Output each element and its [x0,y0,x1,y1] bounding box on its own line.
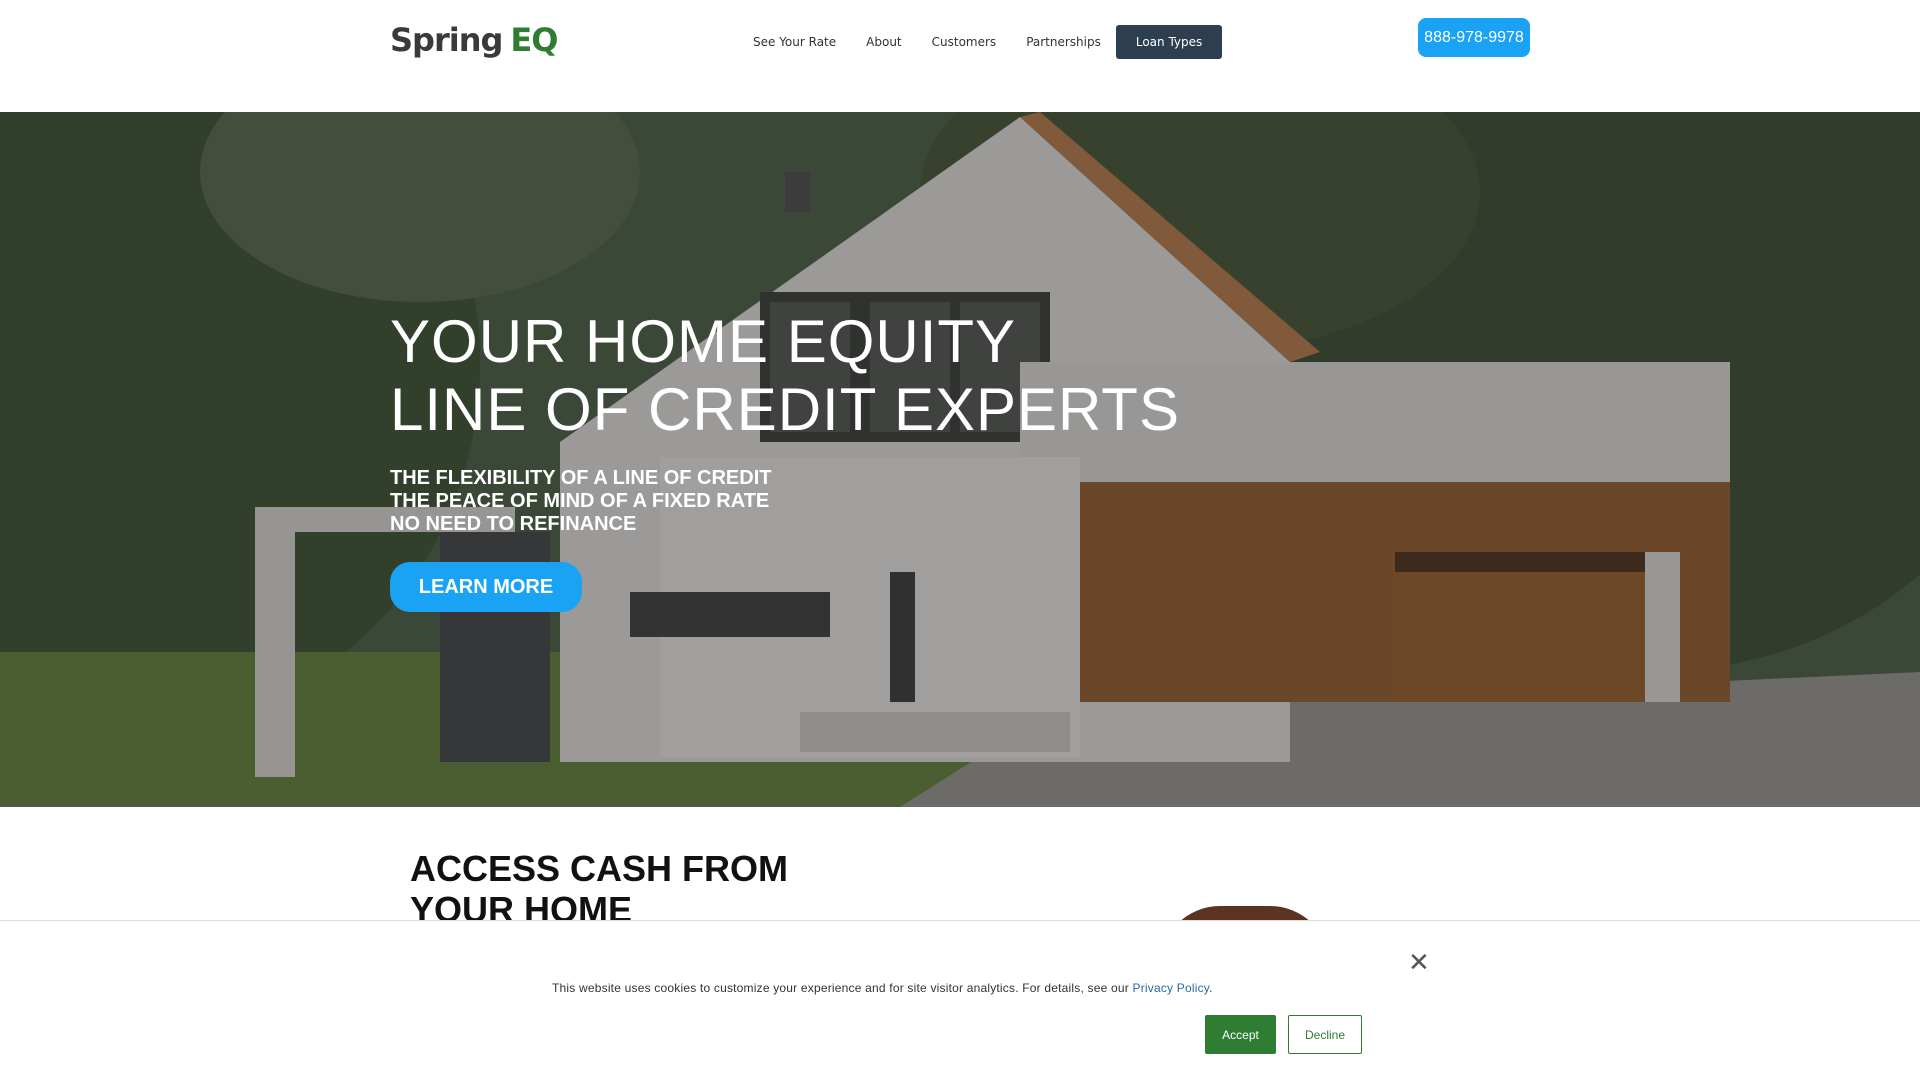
privacy-policy-link[interactable]: Privacy Policy [1133,981,1210,995]
nav-see-your-rate[interactable]: See Your Rate [738,25,851,59]
phone-button[interactable]: 888-978-9978 [1418,18,1530,57]
close-icon[interactable]: ✕ [1408,949,1430,975]
access-heading-line1: ACCESS CASH FROM [410,848,789,889]
spring-eq-logo[interactable]: Spring EQ [390,20,558,60]
nav-loan-types[interactable]: Loan Types [1115,25,1223,59]
nav-partnerships[interactable]: Partnerships [1011,25,1116,59]
cookie-message: This website uses cookies to customize y… [552,981,1213,995]
nav-about[interactable]: About [851,25,916,59]
main-nav: See Your Rate About Customers Partnershi… [738,25,1223,59]
logo-text-spring: Spring [390,21,503,59]
hero-title: YOUR HOME EQUITY LINE OF CREDIT EXPERTS [390,308,1180,444]
access-cash-heading: ACCESS CASH FROM YOUR HOME [410,848,788,930]
cookie-banner: ✕ This website uses cookies to customize… [0,920,1920,1080]
cookie-period: . [1209,981,1213,995]
hero-subtitle: THE FLEXIBILITY OF A LINE OF CREDIT THE … [390,467,771,536]
hero-sub-line3: NO NEED TO REFINANCE [390,513,637,535]
site-header: Spring EQ See Your Rate About Customers … [0,0,1920,112]
cookie-text: This website uses cookies to customize y… [552,981,1133,995]
hero-sub-line2: THE PEACE OF MIND OF A FIXED RATE [390,490,770,512]
hero-title-line2: LINE OF CREDIT EXPERTS [390,376,1180,443]
hero-sub-line1: THE FLEXIBILITY OF A LINE OF CREDIT [390,467,772,489]
decline-button[interactable]: Decline [1288,1015,1362,1054]
learn-more-button[interactable]: LEARN MORE [390,562,582,612]
hero-banner: YOUR HOME EQUITY LINE OF CREDIT EXPERTS … [0,112,1920,807]
accept-button[interactable]: Accept [1205,1015,1276,1054]
nav-customers[interactable]: Customers [917,25,1012,59]
logo-text-eq: EQ [510,21,558,59]
hero-title-line1: YOUR HOME EQUITY [390,308,1017,375]
